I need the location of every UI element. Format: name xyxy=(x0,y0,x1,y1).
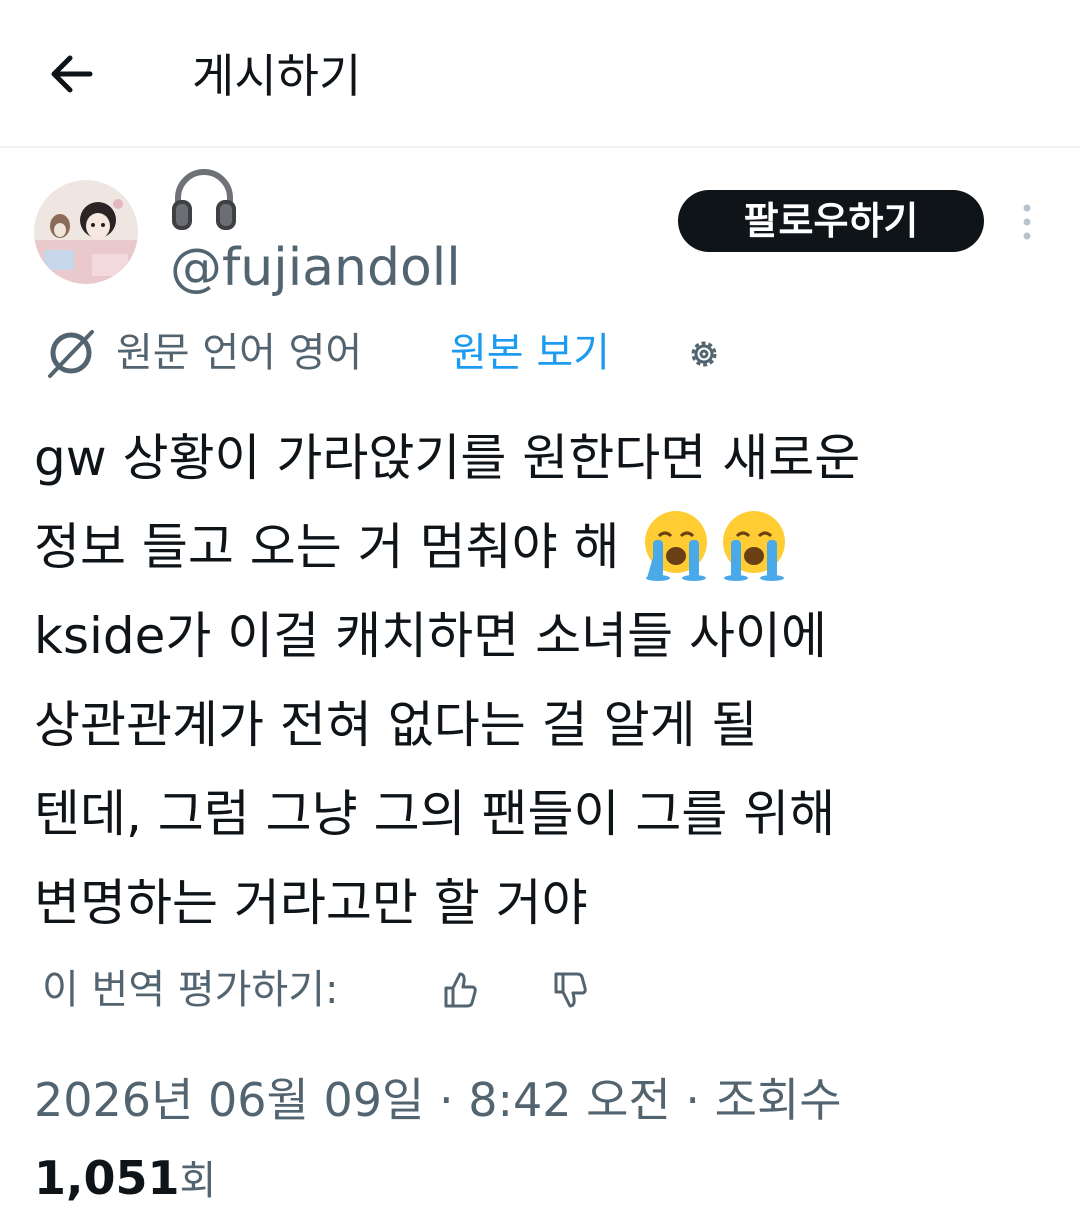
follow-button[interactable]: 팔로우하기 xyxy=(678,190,984,252)
more-vertical-icon xyxy=(1023,204,1031,240)
tweet-line-with-emoji: 정보 들고 오는 거 멈춰야 해 xyxy=(34,503,1054,592)
tweet-line: gw 상황이 가라앉기를 원한다면 새로운 xyxy=(34,429,861,487)
tweet-line: 상관관계가 전혀 없다는 걸 알게 될 xyxy=(34,696,758,754)
translate-icon xyxy=(48,330,94,378)
tweet-timestamp[interactable]: 2026년 06월 09일 · 8:42 오전 · 조회수 xyxy=(34,1066,842,1134)
view-count-unit: 회 xyxy=(179,1158,217,1204)
user-handle[interactable]: @fujiandoll xyxy=(170,236,461,300)
translation-bar: 원문 언어 영어 원본 보기 xyxy=(42,322,762,384)
tweet-line: 변명하는 거라고만 할 거야 xyxy=(34,874,588,932)
top-bar: 게시하기 xyxy=(0,0,1080,148)
gear-icon[interactable] xyxy=(686,336,722,372)
tweet-line: 텐데, 그럼 그냥 그의 팬들이 그를 위해 xyxy=(34,785,836,843)
view-original-link[interactable]: 원본 보기 xyxy=(450,322,610,384)
arrow-left-icon xyxy=(51,55,93,93)
thumbs-up-icon[interactable] xyxy=(440,970,480,1010)
rate-translation-bar: 이 번역 평가하기: xyxy=(42,960,642,1020)
view-count-number: 1,051 xyxy=(34,1151,180,1205)
crying-face-emoji xyxy=(717,506,791,582)
page-title: 게시하기 xyxy=(192,49,362,103)
headphones-emoji xyxy=(172,169,236,230)
original-language-label: 원문 언어 영어 xyxy=(116,330,363,376)
avatar-image xyxy=(34,180,138,284)
view-count: 1,051회 xyxy=(34,1144,216,1223)
tweet-text: gw 상황이 가라앉기를 원한다면 새로운 정보 들고 오는 거 멈춰야 해 k… xyxy=(34,414,1054,948)
rate-translation-label: 이 번역 평가하기: xyxy=(42,967,339,1013)
back-button[interactable] xyxy=(40,44,108,104)
display-name[interactable] xyxy=(166,160,242,236)
thumbs-down-icon[interactable] xyxy=(550,970,590,1010)
tweet-line: kside가 이걸 캐치하면 소녀들 사이에 xyxy=(34,607,827,665)
avatar[interactable] xyxy=(34,180,138,284)
more-options-button[interactable] xyxy=(1012,200,1042,244)
tweet-line-text: 정보 들고 오는 거 멈춰야 해 xyxy=(34,518,620,576)
crying-face-emoji xyxy=(639,506,713,582)
